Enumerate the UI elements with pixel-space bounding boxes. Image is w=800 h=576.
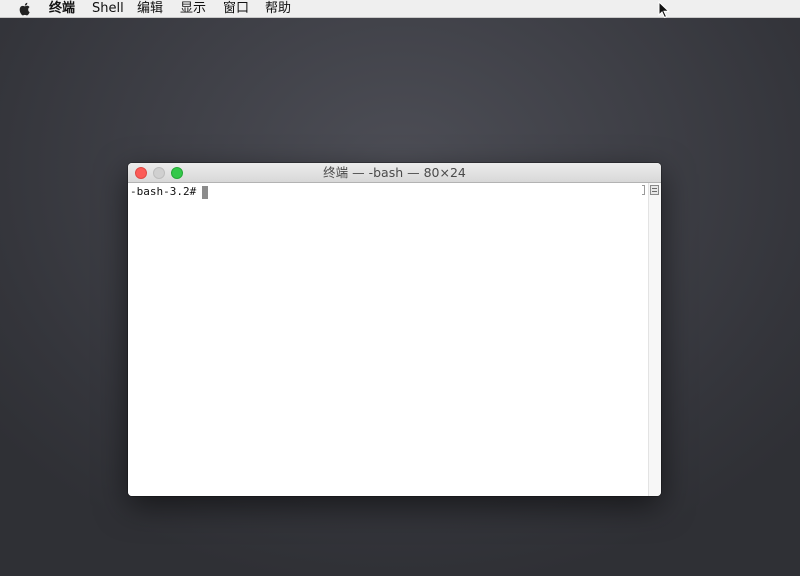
window-title: 终端 — -bash — 80×24 <box>323 165 466 180</box>
close-button[interactable] <box>135 167 147 179</box>
terminal-content[interactable]: -bash-3.2# <box>128 183 648 496</box>
prompt-line: -bash-3.2# <box>130 185 209 199</box>
menu-window[interactable]: 窗口 <box>223 0 249 18</box>
menu-help[interactable]: 帮助 <box>265 0 291 18</box>
minimize-button[interactable] <box>153 167 165 179</box>
menu-bar: 终端 Shell 编辑 显示 窗口 帮助 <box>0 0 800 18</box>
scroll-marker-icon[interactable] <box>650 185 659 195</box>
menu-terminal[interactable]: 终端 <box>49 0 75 18</box>
menu-view[interactable]: 显示 <box>180 0 206 18</box>
menu-edit[interactable]: 编辑 <box>137 0 163 18</box>
terminal-window: 终端 — -bash — 80×24 -bash-3.2# <box>128 163 661 496</box>
zoom-button[interactable] <box>171 167 183 179</box>
menu-shell[interactable]: Shell <box>92 0 124 18</box>
text-cursor <box>202 185 209 199</box>
apple-logo-icon[interactable] <box>17 1 33 17</box>
split-pane-marker-icon <box>642 185 645 195</box>
mouse-pointer-icon <box>658 1 670 19</box>
shell-prompt: -bash-3.2# <box>130 185 197 198</box>
window-titlebar[interactable]: 终端 — -bash — 80×24 <box>128 163 661 183</box>
scrollbar[interactable] <box>648 183 661 496</box>
